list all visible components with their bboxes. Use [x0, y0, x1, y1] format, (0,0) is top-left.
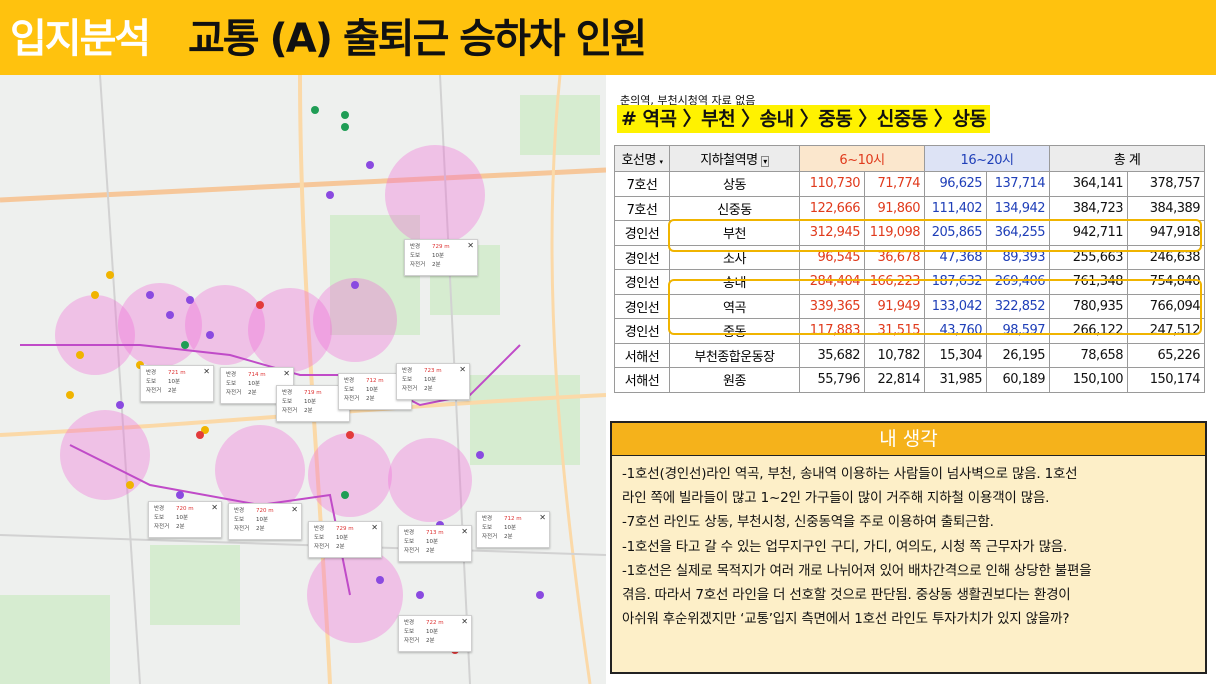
filter-dropdown-icon: ▾	[659, 158, 664, 166]
thought-line: -1호선을 타고 갈 수 있는 업무지구인 구디, 가디, 여의도, 시청 쪽 …	[622, 538, 1068, 555]
close-icon[interactable]: ✕	[467, 241, 474, 250]
thought-line: -1호선은 실제로 목적지가 여러 개로 나뉘어져 있어 배차간격으로 인해 상…	[622, 562, 1092, 579]
table-row: 7호선 신중동 122,666 91,860 111,402 134,942 384,…	[614, 195, 1206, 221]
radius-popup: ✕ 반경712 m 도보10분 자전거2분	[476, 511, 550, 548]
header-total: 총 계	[1049, 145, 1206, 172]
highlight-bucheon	[668, 219, 1202, 252]
ridership-table: 호선명 ▾ 지하철역명 ▾ 6~10시 16~20시 총 계 7호선 상동 110…	[614, 145, 1206, 393]
page-title-category: 입지분석	[10, 16, 151, 62]
page-title: 교통 (A) 출퇴근 승하차 인원	[188, 16, 647, 62]
radius-popup: ✕ 반경 713 m 도보 10분 자전거 2분	[398, 525, 472, 562]
highlight-songnae-yeokgok	[668, 279, 1202, 335]
radius-popup: ✕ 반경 729 m 도보 10분 자전거 2분	[308, 521, 382, 558]
radius-popup: ✕ 반경 720 m 도보 10분 자전거 2분	[228, 503, 302, 540]
route-highlight: # 역곡 〉부천 〉송내 〉중동 〉신중동 〉상동	[617, 105, 991, 133]
thought-line: -1호선(경인선)라인 역곡, 부천, 송내역 이용하는 사람들이 넘사벽으로 …	[622, 466, 1078, 482]
close-icon[interactable]: ✕	[461, 527, 468, 536]
map-view[interactable]: ✕ 반경 729 m 도보 10분 자전거 2분 ✕ 반경 721 m 도보 10분 자전…	[0, 75, 606, 684]
title-banner: 입지분석 교통 (A) 출퇴근 승하차 인원	[0, 0, 1216, 75]
header-pm: 16~20시	[924, 145, 1051, 172]
my-thoughts-box: 내 생각 -1호선(경인선)라인 역곡, 부천, 송내역 이용하는 사람들이 넘…	[610, 421, 1207, 674]
close-icon[interactable]: ✕	[459, 365, 466, 374]
radius-popup: ✕ 반경 720 m 도보 10분 자전거 2분	[148, 501, 222, 538]
close-icon[interactable]: ✕	[461, 617, 468, 626]
table-header-row: 호선명 ▾ 지하철역명 ▾ 6~10시 16~20시 총 계	[614, 145, 1206, 172]
close-icon[interactable]: ✕	[211, 503, 218, 512]
map-canvas	[0, 75, 606, 684]
thought-line: 라인 쪽에 빌라들이 많고 1~2인 가구들이 많이 거주해 지하철 이용객이 …	[622, 490, 1050, 507]
thought-line: 아쉬워 후순위겠지만 ‘교통’입지 측면에서 1호선 라인도 투자가치가 있지 …	[622, 611, 1070, 628]
close-icon[interactable]: ✕	[371, 523, 378, 532]
radius-popup: ✕ 반경 721 m 도보 10분 자전거 2분	[140, 365, 214, 402]
my-thoughts-body: -1호선(경인선)라인 역곡, 부천, 송내역 이용하는 사람들이 넘사벽으로 …	[612, 456, 1205, 631]
thought-line: -7호선 라인도 상동, 부천시청, 신중동역을 주로 이용하여 출퇴근함.	[622, 514, 994, 531]
close-icon[interactable]: ✕	[283, 369, 290, 378]
header-line[interactable]: 호선명 ▾	[614, 145, 670, 172]
table-row: 서해선 원종 55,796 22,814 31,985 60,189 150,100 1…	[614, 367, 1206, 393]
thought-line: 겪음. 따라서 7호선 라인을 더 선호할 것으로 판단됨. 중상동 생활권보다…	[622, 587, 1071, 604]
table-row: 서해선 부천종합운동장 35,682 10,782 15,304 26,195 78,…	[614, 342, 1206, 368]
close-icon[interactable]: ✕	[203, 367, 210, 376]
my-thoughts-title: 내 생각	[612, 423, 1205, 456]
table-row: 7호선 상동 110,730 71,774 96,625 137,714 364,14…	[614, 171, 1206, 197]
header-am: 6~10시	[798, 145, 926, 172]
close-icon[interactable]: ✕	[539, 513, 546, 522]
radius-popup: ✕ 반경 729 m 도보 10분 자전거 2분	[404, 239, 478, 276]
header-station[interactable]: 지하철역명 ▾	[669, 145, 800, 172]
radius-popup: ✕ 반경 722 m 도보 10분 자전거 2분	[398, 615, 472, 652]
close-icon[interactable]: ✕	[291, 505, 298, 514]
radius-popup: ✕ 반경 723 m 도보 10분 자전거 2분	[396, 363, 470, 400]
filter-icon: ▾	[761, 156, 769, 167]
